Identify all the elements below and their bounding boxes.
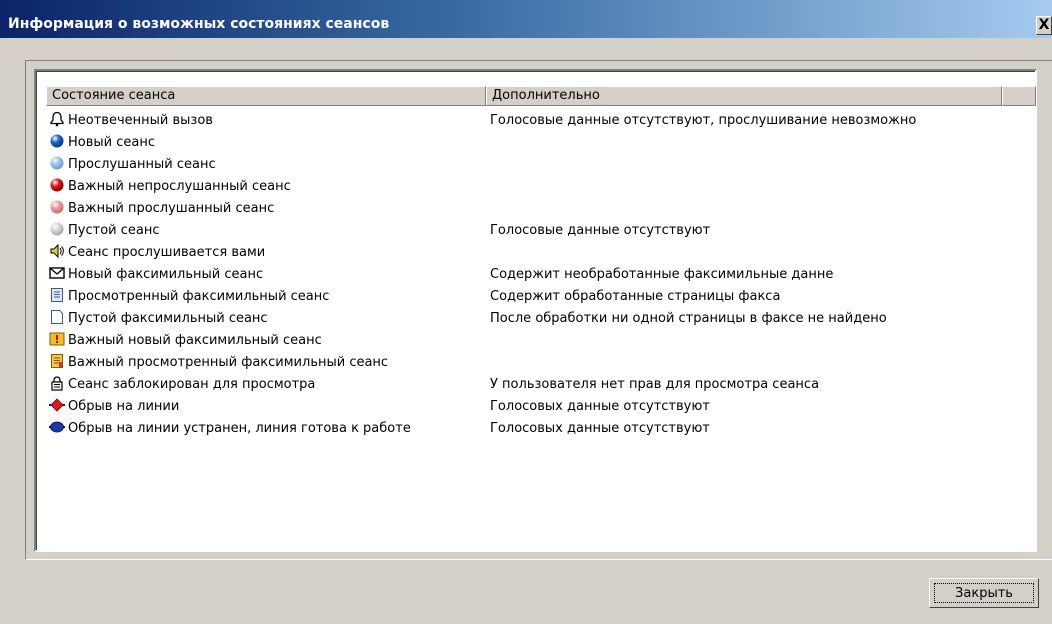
extra-cell: Содержит обработанные страницы факса — [490, 289, 781, 304]
extra-cell: Голосовых данные отсутствуют — [490, 421, 710, 436]
gray-ball-icon — [49, 221, 65, 237]
list-item[interactable]: Важный просмотренный факсимильный сеанс — [46, 352, 1036, 374]
list-item[interactable]: Сеанс прослушивается вами — [46, 242, 1036, 264]
state-label: Сеанс прослушивается вами — [68, 245, 266, 260]
state-cell: Новый сеанс — [49, 132, 155, 154]
state-cell: Просмотренный факсимильный сеанс — [49, 286, 329, 308]
state-label: Пустой факсимильный сеанс — [68, 311, 268, 326]
state-label: Обрыв на линии — [68, 399, 180, 414]
state-label: Важный просмотренный факсимильный сеанс — [68, 355, 389, 370]
list-rows: Неотвеченный вызов Голосовые данные отсут… — [46, 110, 1036, 440]
state-label: Важный прослушанный сеанс — [68, 201, 275, 216]
state-label: Пустой сеанс — [68, 223, 160, 238]
state-cell: Важный новый факсимильный сеанс — [49, 330, 322, 352]
state-cell: Важный просмотренный факсимильный сеанс — [49, 352, 388, 374]
state-cell: Обрыв на линии — [49, 396, 179, 418]
lock-icon — [49, 375, 65, 391]
state-label: Новый факсимильный сеанс — [68, 267, 264, 282]
window-title: Информация о возможных состояниях сеансо… — [8, 16, 390, 32]
state-label: Прослушанный сеанс — [68, 157, 216, 172]
list-item[interactable]: Обрыв на линии устранен, линия готова к … — [46, 418, 1036, 440]
list-item[interactable]: Важный прослушанный сеанс — [46, 198, 1036, 220]
extra-cell: Голосовые данные отсутствуют, прослушива… — [490, 113, 917, 128]
list-item[interactable]: Обрыв на линии Голосовых данные отсутству… — [46, 396, 1036, 418]
red-ball-icon — [49, 177, 65, 193]
state-label: Новый сеанс — [68, 135, 155, 150]
column-header-filler — [1002, 86, 1036, 106]
state-label: Просмотренный факсимильный сеанс — [68, 289, 330, 304]
close-button[interactable]: Закрыть — [929, 578, 1039, 608]
list-item[interactable]: Сеанс заблокирован для просмотра У пользо… — [46, 374, 1036, 396]
empty-document-icon — [49, 309, 65, 325]
state-cell: Прослушанный сеанс — [49, 154, 216, 176]
column-header-extra[interactable]: Дополнительно — [486, 86, 1002, 106]
state-label: Обрыв на линии устранен, линия готова к … — [68, 421, 411, 436]
list-item[interactable]: Прослушанный сеанс — [46, 154, 1036, 176]
bell-icon — [49, 111, 65, 127]
pink-ball-icon — [49, 199, 65, 215]
list-item[interactable]: Просмотренный факсимильный сеанс Содержит… — [46, 286, 1036, 308]
line-break-red-icon — [49, 397, 65, 413]
column-header-state[interactable]: Состояние сеанса — [46, 86, 486, 106]
state-cell: Сеанс заблокирован для просмотра — [49, 374, 315, 396]
state-cell: Пустой сеанс — [49, 220, 159, 242]
list-item[interactable]: Важный новый факсимильный сеанс — [46, 330, 1036, 352]
state-cell: Сеанс прослушивается вами — [49, 242, 265, 264]
document-icon — [49, 287, 65, 303]
speaker-icon — [49, 243, 65, 259]
state-cell: Важный прослушанный сеанс — [49, 198, 274, 220]
state-label: Важный непрослушанный сеанс — [68, 179, 291, 194]
extra-cell: После обработки ни одной страницы в факс… — [490, 311, 887, 326]
extra-cell: Голосовых данные отсутствуют — [490, 399, 710, 414]
state-label: Сеанс заблокирован для просмотра — [68, 377, 316, 392]
light-blue-ball-icon — [49, 155, 65, 171]
list-item[interactable]: Важный непрослушанный сеанс — [46, 176, 1036, 198]
envelope-icon — [49, 265, 65, 281]
state-label: Важный новый факсимильный сеанс — [68, 333, 322, 348]
line-restored-blue-icon — [49, 419, 65, 435]
title-bar: Информация о возможных состояниях сеансо… — [0, 0, 1052, 38]
list-item[interactable]: Пустой сеанс Голосовые данные отсутствуют — [46, 220, 1036, 242]
extra-cell: Содержит необработанные факсимильные дан… — [490, 267, 834, 282]
important-fax-icon — [49, 331, 65, 347]
extra-cell: Голосовые данные отсутствуют — [490, 223, 711, 238]
list-item[interactable]: Неотвеченный вызов Голосовые данные отсут… — [46, 110, 1036, 132]
blue-ball-icon — [49, 133, 65, 149]
extra-cell: У пользователя нет прав для просмотра се… — [490, 377, 820, 392]
state-cell: Новый факсимильный сеанс — [49, 264, 263, 286]
important-viewed-fax-icon — [49, 353, 65, 369]
list-item[interactable]: Пустой факсимильный сеанс После обработки… — [46, 308, 1036, 330]
state-cell: Неотвеченный вызов — [49, 110, 213, 132]
list-header: Состояние сеанса Дополнительно — [46, 86, 1036, 106]
list-item[interactable]: Новый факсимильный сеанс Содержит необраб… — [46, 264, 1036, 286]
state-cell: Пустой факсимильный сеанс — [49, 308, 268, 330]
window-close-button[interactable]: X — [1036, 16, 1052, 35]
list-item[interactable]: Новый сеанс — [46, 132, 1036, 154]
session-states-list[interactable]: Состояние сеанса Дополнительно Неотвечен… — [34, 69, 1037, 552]
state-cell: Важный непрослушанный сеанс — [49, 176, 291, 198]
state-cell: Обрыв на линии устранен, линия готова к … — [49, 418, 411, 440]
state-label: Неотвеченный вызов — [68, 113, 213, 128]
